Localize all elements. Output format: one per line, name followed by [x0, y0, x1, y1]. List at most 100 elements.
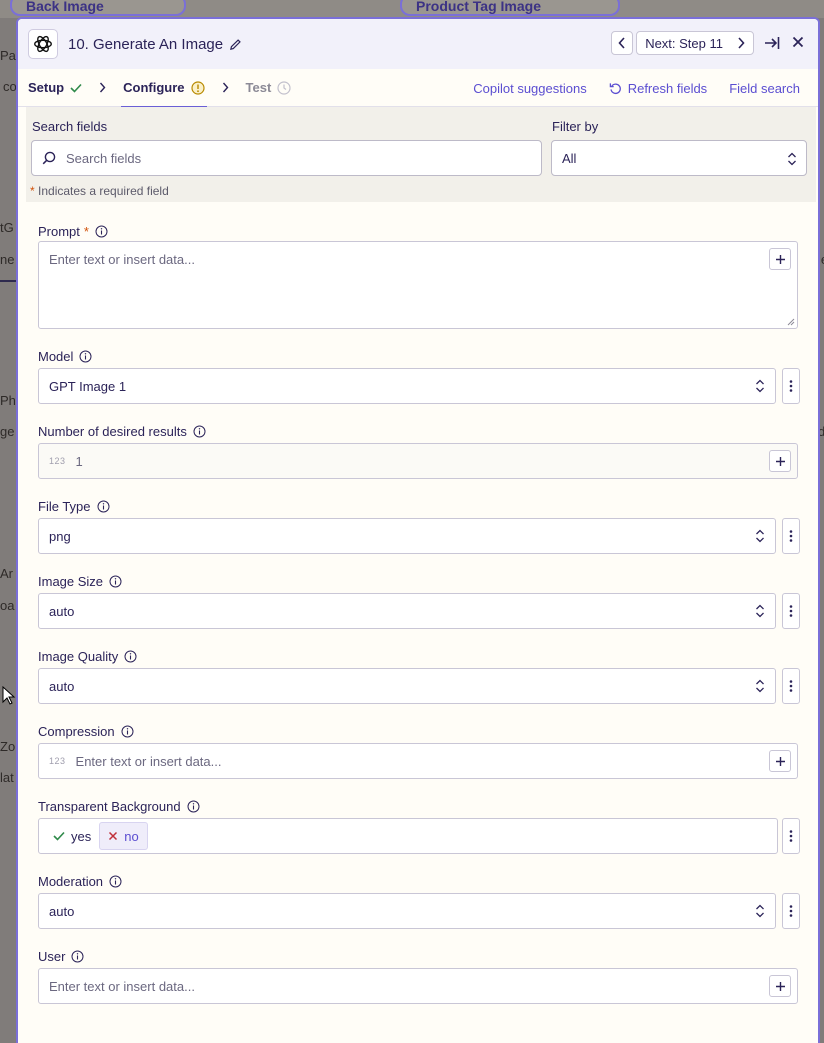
- select-arrows-icon: [756, 529, 764, 543]
- more-options-button[interactable]: [782, 893, 800, 929]
- select-arrows-icon: [756, 904, 764, 918]
- canvas-step-card[interactable]: Back Image: [10, 0, 186, 16]
- plus-icon: [775, 981, 785, 991]
- insert-data-button[interactable]: [769, 450, 791, 472]
- canvas-fragment: Ph: [0, 393, 16, 408]
- search-fields-input[interactable]: Search fields: [31, 140, 542, 176]
- num-results-label: Number of desired results: [38, 423, 187, 439]
- model-select[interactable]: GPT Image 1: [38, 368, 776, 404]
- canvas-connector: [0, 280, 16, 282]
- prompt-textarea[interactable]: Enter text or insert data...: [38, 241, 798, 329]
- canvas-fragment: lat: [0, 770, 14, 785]
- canvas-card-label: Back Image: [26, 0, 104, 14]
- info-icon[interactable]: [109, 575, 122, 588]
- field-search-section: Search fields Filter by Search fields Al…: [26, 107, 816, 202]
- edit-title-pencil-icon[interactable]: [229, 38, 242, 51]
- kebab-menu-icon: [789, 830, 793, 842]
- close-icon[interactable]: [792, 36, 804, 48]
- plus-icon: [775, 756, 785, 766]
- collapse-panel-icon[interactable]: [764, 35, 780, 51]
- info-icon[interactable]: [79, 350, 92, 363]
- info-icon[interactable]: [193, 425, 206, 438]
- chevron-left-icon: [618, 37, 625, 49]
- info-icon[interactable]: [71, 950, 84, 963]
- tab-test[interactable]: Test: [246, 69, 292, 107]
- prompt-label: Prompt: [38, 223, 80, 239]
- tab-actions: Copilot suggestions Refresh fields Field…: [473, 69, 800, 107]
- image-size-label-row: Image Size: [38, 573, 122, 589]
- required-field-note: * Indicates a required field: [30, 184, 169, 198]
- user-label: User: [38, 948, 66, 964]
- num-results-input[interactable]: 123 1: [38, 443, 798, 479]
- user-label-row: User: [38, 948, 84, 964]
- previous-step-button[interactable]: [611, 31, 634, 55]
- canvas-fragment: Zo: [0, 739, 16, 754]
- canvas-fragment: Pa: [0, 48, 16, 63]
- user-input[interactable]: Enter text or insert data...: [38, 968, 798, 1004]
- more-options-button[interactable]: [782, 368, 800, 404]
- canvas-card-label: Product Tag Image: [416, 0, 541, 14]
- compression-input[interactable]: 123 Enter text or insert data...: [38, 743, 798, 779]
- info-icon[interactable]: [109, 875, 122, 888]
- user-placeholder: Enter text or insert data...: [49, 978, 195, 994]
- select-arrows-icon: [788, 152, 796, 166]
- chevron-right-icon: [738, 37, 745, 49]
- more-options-button[interactable]: [782, 818, 800, 854]
- canvas-fragment: ge: [0, 424, 15, 439]
- field-search-link[interactable]: Field search: [729, 81, 800, 96]
- canvas-fragment: co: [3, 79, 17, 94]
- insert-data-button[interactable]: [769, 975, 791, 997]
- file-type-label: File Type: [38, 498, 91, 514]
- copilot-suggestions-link[interactable]: Copilot suggestions: [473, 81, 586, 96]
- prompt-label-row: Prompt *: [38, 223, 108, 239]
- refresh-fields-button[interactable]: Refresh fields: [609, 81, 707, 96]
- moderation-label-row: Moderation: [38, 873, 122, 889]
- model-value: GPT Image 1: [49, 378, 127, 394]
- image-quality-label: Image Quality: [38, 648, 119, 664]
- toggle-no-option[interactable]: no: [99, 822, 148, 850]
- toggle-yes-label: yes: [71, 828, 92, 844]
- tab-setup[interactable]: Setup: [28, 69, 82, 107]
- kebab-menu-icon: [789, 380, 793, 392]
- next-step-button[interactable]: Next: Step 11: [636, 31, 754, 55]
- required-star: *: [30, 184, 35, 198]
- num-results-value: 1: [75, 453, 83, 469]
- more-options-button[interactable]: [782, 593, 800, 629]
- canvas-step-card[interactable]: Product Tag Image: [400, 0, 620, 16]
- info-icon[interactable]: [124, 650, 137, 663]
- more-options-button[interactable]: [782, 668, 800, 704]
- moderation-value: auto: [49, 903, 75, 919]
- insert-data-button[interactable]: [769, 750, 791, 772]
- warning-icon: [190, 80, 205, 95]
- select-arrows-icon: [756, 379, 764, 393]
- toggle-yes-option[interactable]: yes: [47, 822, 99, 850]
- info-icon[interactable]: [121, 725, 134, 738]
- prompt-placeholder: Enter text or insert data...: [49, 252, 195, 267]
- transparent-background-label-row: Transparent Background: [38, 798, 200, 814]
- moderation-label: Moderation: [38, 873, 104, 889]
- image-size-select[interactable]: auto: [38, 593, 776, 629]
- tab-configure[interactable]: Configure: [121, 69, 207, 108]
- insert-data-button[interactable]: [769, 248, 791, 270]
- resize-handle-icon[interactable]: [787, 318, 795, 326]
- toggle-no-label: no: [124, 828, 139, 844]
- filter-by-select[interactable]: All: [551, 140, 807, 176]
- info-icon[interactable]: [187, 800, 200, 813]
- moderation-select[interactable]: auto: [38, 893, 776, 929]
- image-quality-value: auto: [49, 678, 75, 694]
- compression-placeholder: Enter text or insert data...: [75, 753, 222, 769]
- x-icon: [109, 831, 118, 841]
- image-size-value: auto: [49, 603, 75, 619]
- step-tabs: Setup Configure Test Copilot suggestions…: [18, 69, 818, 108]
- info-icon[interactable]: [95, 225, 108, 238]
- model-label: Model: [38, 348, 74, 364]
- canvas-fragment: Ar: [0, 566, 13, 581]
- check-icon: [53, 831, 65, 841]
- transparent-background-label: Transparent Background: [38, 798, 181, 814]
- number-type-icon: 123: [49, 756, 66, 766]
- step-title: 10. Generate An Image: [68, 35, 224, 53]
- file-type-select[interactable]: png: [38, 518, 776, 554]
- info-icon[interactable]: [97, 500, 110, 513]
- image-quality-select[interactable]: auto: [38, 668, 776, 704]
- more-options-button[interactable]: [782, 518, 800, 554]
